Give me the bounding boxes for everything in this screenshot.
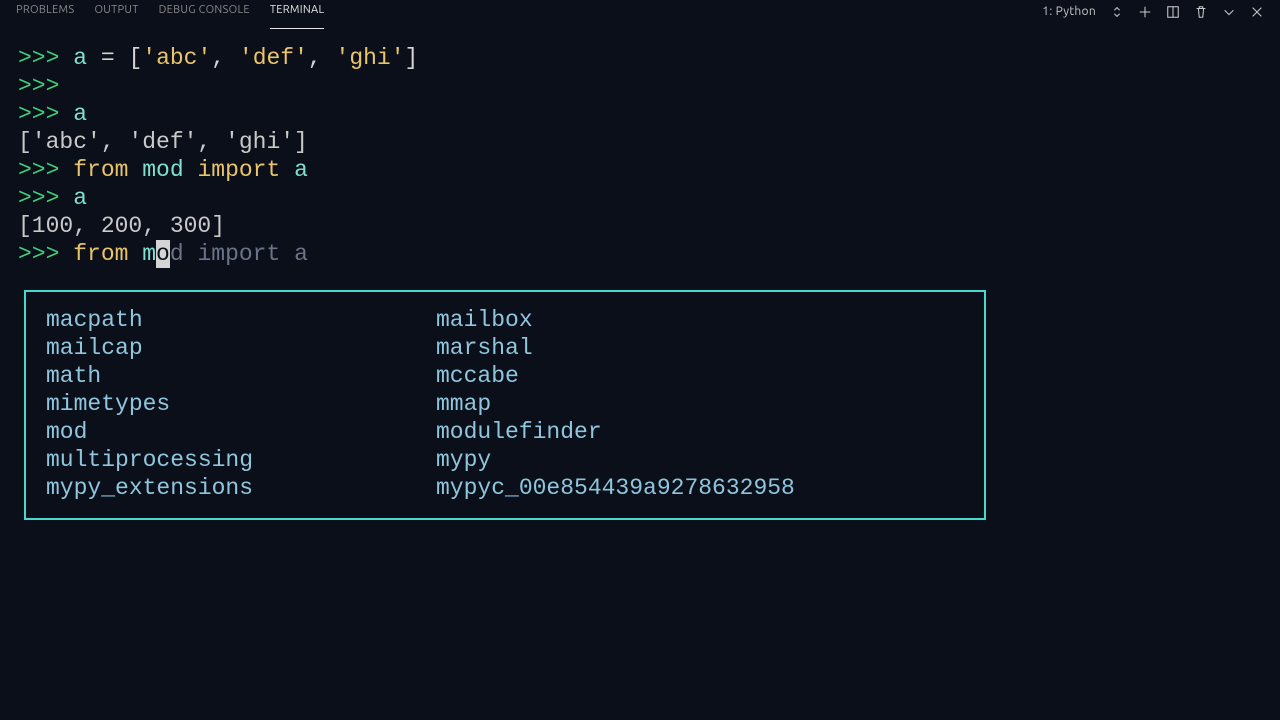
terminal-line: [100, 200, 300] — [18, 212, 1262, 240]
terminal-selector-label: 1: Python — [1042, 0, 1096, 26]
completion-item[interactable]: math — [46, 362, 436, 390]
completion-item[interactable]: mypyc_00e854439a9278632958 — [436, 474, 826, 502]
panel-tab-output[interactable]: OUTPUT — [94, 0, 138, 29]
terminal-cursor: o — [156, 240, 170, 268]
completion-item[interactable]: mailcap — [46, 334, 436, 362]
panel-tab-bar: PROBLEMSOUTPUTDEBUG CONSOLETERMINAL 1: P… — [0, 0, 1280, 24]
trash-icon[interactable] — [1194, 5, 1208, 19]
ghost-text: d import a — [170, 241, 308, 267]
close-icon[interactable] — [1250, 5, 1264, 19]
terminal-input-line[interactable]: >>> from mod import a — [18, 240, 1262, 268]
terminal-line: >>> — [18, 72, 1262, 100]
chevron-down-icon[interactable] — [1222, 5, 1236, 19]
completion-popup: macpathmailcapmathmimetypesmodmultiproce… — [24, 290, 986, 520]
completion-item[interactable]: mypy — [436, 446, 826, 474]
completion-item[interactable]: mccabe — [436, 362, 826, 390]
completion-item[interactable]: mypy_extensions — [46, 474, 436, 502]
terminal-line: >>> a = ['abc', 'def', 'ghi'] — [18, 44, 1262, 72]
panel-tab-debug-console[interactable]: DEBUG CONSOLE — [159, 0, 250, 29]
panel-tab-terminal[interactable]: TERMINAL — [270, 0, 325, 29]
terminal-line: >>> a — [18, 100, 1262, 128]
completion-item[interactable]: mmap — [436, 390, 826, 418]
panel-tab-problems[interactable]: PROBLEMS — [16, 0, 74, 29]
completion-item[interactable]: macpath — [46, 306, 436, 334]
completion-item[interactable]: modulefinder — [436, 418, 826, 446]
split-icon[interactable] — [1166, 5, 1180, 19]
chevron-updown-icon[interactable] — [1110, 5, 1124, 19]
completion-item[interactable]: mailbox — [436, 306, 826, 334]
completion-item[interactable]: marshal — [436, 334, 826, 362]
completion-item[interactable]: mimetypes — [46, 390, 436, 418]
completion-item[interactable]: mod — [46, 418, 436, 446]
terminal-line: ['abc', 'def', 'ghi'] — [18, 128, 1262, 156]
panel-tabs: PROBLEMS OUTPUT DEBUG CONSOLE TERMINAL — [16, 0, 324, 29]
terminal-line: >>> a — [18, 184, 1262, 212]
terminal-line: >>> from mod import a — [18, 156, 1262, 184]
plus-icon[interactable] — [1138, 5, 1152, 19]
terminal-view[interactable]: >>> a = ['abc', 'def', 'ghi']>>> >>> a['… — [0, 24, 1280, 520]
terminal-selector[interactable]: 1: Python — [1042, 0, 1096, 26]
panel-actions: 1: Python — [1042, 0, 1264, 26]
completion-item[interactable]: multiprocessing — [46, 446, 436, 474]
